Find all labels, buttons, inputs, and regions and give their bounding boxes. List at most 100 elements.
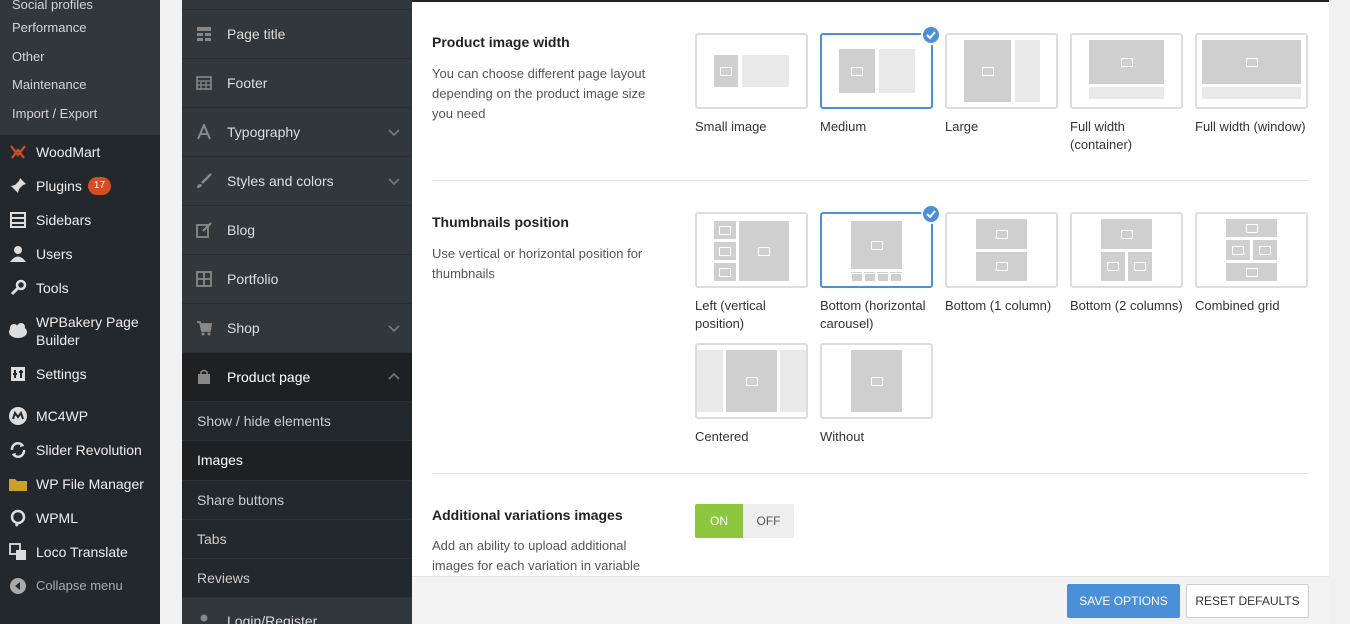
options-label-login-register: Login/Register <box>227 612 318 624</box>
options-subitem-images[interactable]: Images <box>182 441 412 481</box>
layout-option-label: Medium <box>820 119 867 134</box>
options-item-product-page[interactable]: Product page <box>182 353 412 402</box>
toggle-off-button[interactable]: OFF <box>743 504 794 538</box>
options-subitem-show-hide-elements[interactable]: Show / hide elements <box>182 402 412 442</box>
thumbs-option-bottom-carousel[interactable]: Bottom (horizontal carousel) <box>820 204 941 333</box>
users-icon <box>8 244 28 264</box>
menu-item-wpml[interactable]: WPML <box>0 501 160 535</box>
slider-revolution-icon <box>8 440 28 460</box>
menu-label-wpml: WPML <box>36 509 78 526</box>
options-item-login-register[interactable]: Login/Register <box>182 598 412 624</box>
thumbs-option-left-vertical[interactable]: Left (vertical position) <box>695 212 808 333</box>
submenu-item-other[interactable]: Other <box>0 43 160 72</box>
menu-item-plugins[interactable]: Plugins 17 <box>0 169 160 203</box>
variations-images-toggle[interactable]: ON OFF <box>695 504 794 538</box>
thumbs-option-centered[interactable]: Centered <box>695 343 808 446</box>
options-item-shop[interactable]: Shop <box>182 304 412 353</box>
menu-item-woodmart[interactable]: WoodMart <box>0 135 160 169</box>
options-item-page-title[interactable] <box>182 0 412 10</box>
without-preview <box>820 343 933 419</box>
menu-item-users[interactable]: Users <box>0 237 160 271</box>
menu-item-settings[interactable]: Settings <box>0 357 160 391</box>
image-placeholder-icon <box>1245 57 1258 67</box>
options-item-typography[interactable]: Typography <box>182 108 412 157</box>
submenu-item-maintenance[interactable]: Maintenance <box>0 71 160 100</box>
menu-label-wpbakery: WPBakery Page Builder <box>36 313 139 348</box>
page-gutter <box>1329 0 1350 624</box>
full-width-window-preview <box>1195 33 1308 109</box>
mc4wp-icon <box>8 406 28 426</box>
menu-label-woodmart: WoodMart <box>36 143 101 160</box>
options-label-shop: Shop <box>227 320 260 336</box>
menu-item-slider-revolution[interactable]: Slider Revolution <box>0 433 160 467</box>
image-placeholder-icon <box>981 66 994 76</box>
theme-options-sidebar: Page title Footer Typography Styles and … <box>182 0 412 624</box>
options-item-blog[interactable]: Blog <box>182 206 412 255</box>
menu-item-loco-translate[interactable]: Loco Translate <box>0 535 160 569</box>
section-divider <box>432 473 1309 474</box>
submenu-item-performance[interactable]: Performance <box>0 14 160 43</box>
options-label-blog: Blog <box>227 222 256 238</box>
menu-item-tools[interactable]: Tools <box>0 271 160 305</box>
thumbs-option-bottom-1-column[interactable]: Bottom (1 column) <box>945 212 1058 315</box>
bag-icon <box>195 368 213 386</box>
options-item-portfolio[interactable]: Portfolio <box>182 255 412 304</box>
options-subitem-reviews[interactable]: Reviews <box>182 559 412 599</box>
collapse-menu-label: Collapse menu <box>36 577 123 593</box>
tools-icon <box>8 278 28 298</box>
options-item-footer[interactable]: Footer <box>182 59 412 108</box>
plugins-icon <box>8 176 28 196</box>
menu-label-loco-translate: Loco Translate <box>36 543 128 560</box>
options-item-page-title[interactable]: Page title <box>182 10 412 59</box>
page-title-icon <box>195 25 213 43</box>
left-vertical-preview <box>695 212 808 288</box>
checkmark-icon <box>921 25 941 45</box>
save-options-button[interactable]: SAVE OPTIONS <box>1067 584 1180 618</box>
layout-option-small-image[interactable]: Small image <box>695 33 808 136</box>
options-item-styles-and-colors[interactable]: Styles and colors <box>182 157 412 206</box>
medium-image-preview <box>820 33 933 109</box>
layout-option-full-width-container[interactable]: Full width (container) <box>1070 33 1183 154</box>
thumbs-option-without[interactable]: Without <box>820 343 933 446</box>
variations-images-title: Additional variations images <box>432 507 623 523</box>
thumbs-option-label: Centered <box>695 429 749 444</box>
thumbs-option-bottom-2-columns[interactable]: Bottom (2 columns) <box>1070 212 1183 315</box>
options-subitem-tabs[interactable]: Tabs <box>182 520 412 560</box>
menu-item-wp-file-manager[interactable]: WP File Manager <box>0 467 160 501</box>
options-label-typography: Typography <box>227 124 301 140</box>
thumbs-option-label: Bottom (horizontal carousel) <box>820 298 926 331</box>
image-placeholder-icon <box>864 272 876 282</box>
menu-label-tools: Tools <box>36 279 69 296</box>
image-placeholder-icon <box>1259 245 1271 255</box>
options-subitem-share-buttons[interactable]: Share buttons <box>182 481 412 520</box>
product-image-width-title: Product image width <box>432 34 570 50</box>
layout-option-large[interactable]: Large <box>945 33 1058 136</box>
menu-item-wpbakery[interactable]: WPBakery Page Builder <box>0 305 160 357</box>
variations-images-description: Add an ability to upload additional imag… <box>432 538 641 573</box>
reset-defaults-button[interactable]: RESET DEFAULTS <box>1186 584 1309 618</box>
portfolio-icon <box>195 270 213 288</box>
menu-item-mc4wp[interactable]: MC4WP <box>0 399 160 433</box>
combined-grid-preview <box>1195 212 1308 288</box>
layout-option-full-width-window[interactable]: Full width (window) <box>1195 33 1308 136</box>
image-placeholder-icon <box>890 272 902 282</box>
collapse-menu-button[interactable]: Collapse menu <box>0 569 160 603</box>
thumbs-option-label: Bottom (1 column) <box>945 298 1052 313</box>
thumbs-option-label: Without <box>820 429 865 444</box>
layout-option-medium[interactable]: Medium <box>820 25 941 136</box>
submenu-item-social-profiles[interactable]: Social profiles <box>0 0 160 14</box>
menu-label-wp-file-manager: WP File Manager <box>36 475 144 492</box>
chevron-up-icon <box>388 372 400 380</box>
blog-icon <box>195 221 213 239</box>
bottom-carousel-preview <box>820 212 933 288</box>
toggle-on-button[interactable]: ON <box>695 504 743 538</box>
woodmart-icon <box>8 142 28 162</box>
thumbs-option-combined-grid[interactable]: Combined grid <box>1195 212 1308 315</box>
wpml-icon <box>8 508 28 528</box>
submenu-item-import-export[interactable]: Import / Export <box>0 100 160 135</box>
bottom-1-column-preview <box>945 212 1058 288</box>
menu-item-sidebars[interactable]: Sidebars <box>0 203 160 237</box>
image-placeholder-icon <box>1120 229 1133 239</box>
options-content-panel: Product image width You can choose diffe… <box>412 0 1329 576</box>
product-page-submenu: Show / hide elements Images Share button… <box>182 402 412 599</box>
